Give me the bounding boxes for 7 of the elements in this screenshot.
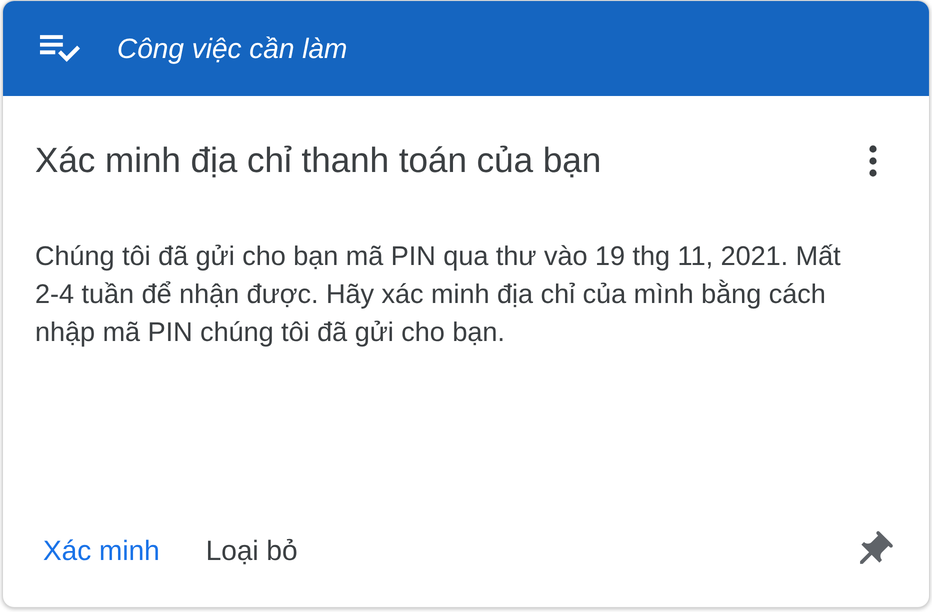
kebab-menu-icon [869, 145, 877, 177]
task-title: Xác minh địa chỉ thanh toán của bạn [35, 141, 602, 181]
checklist-icon [40, 35, 80, 62]
task-description: Chúng tôi đã gửi cho bạn mã PIN qua thư vào 19 thg 11, 2021. Mất 2-4 tuần để nhận được. Hãy xác minh địa chỉ của mình bằng cách nhập mã PIN chúng tôi đã gửi cho bạn. [35, 240, 842, 349]
action-button[interactable]: Loại bỏ [198, 529, 306, 573]
header-title: Công việc cần làm [117, 34, 348, 62]
action-button[interactable]: Xác minh [35, 529, 168, 573]
